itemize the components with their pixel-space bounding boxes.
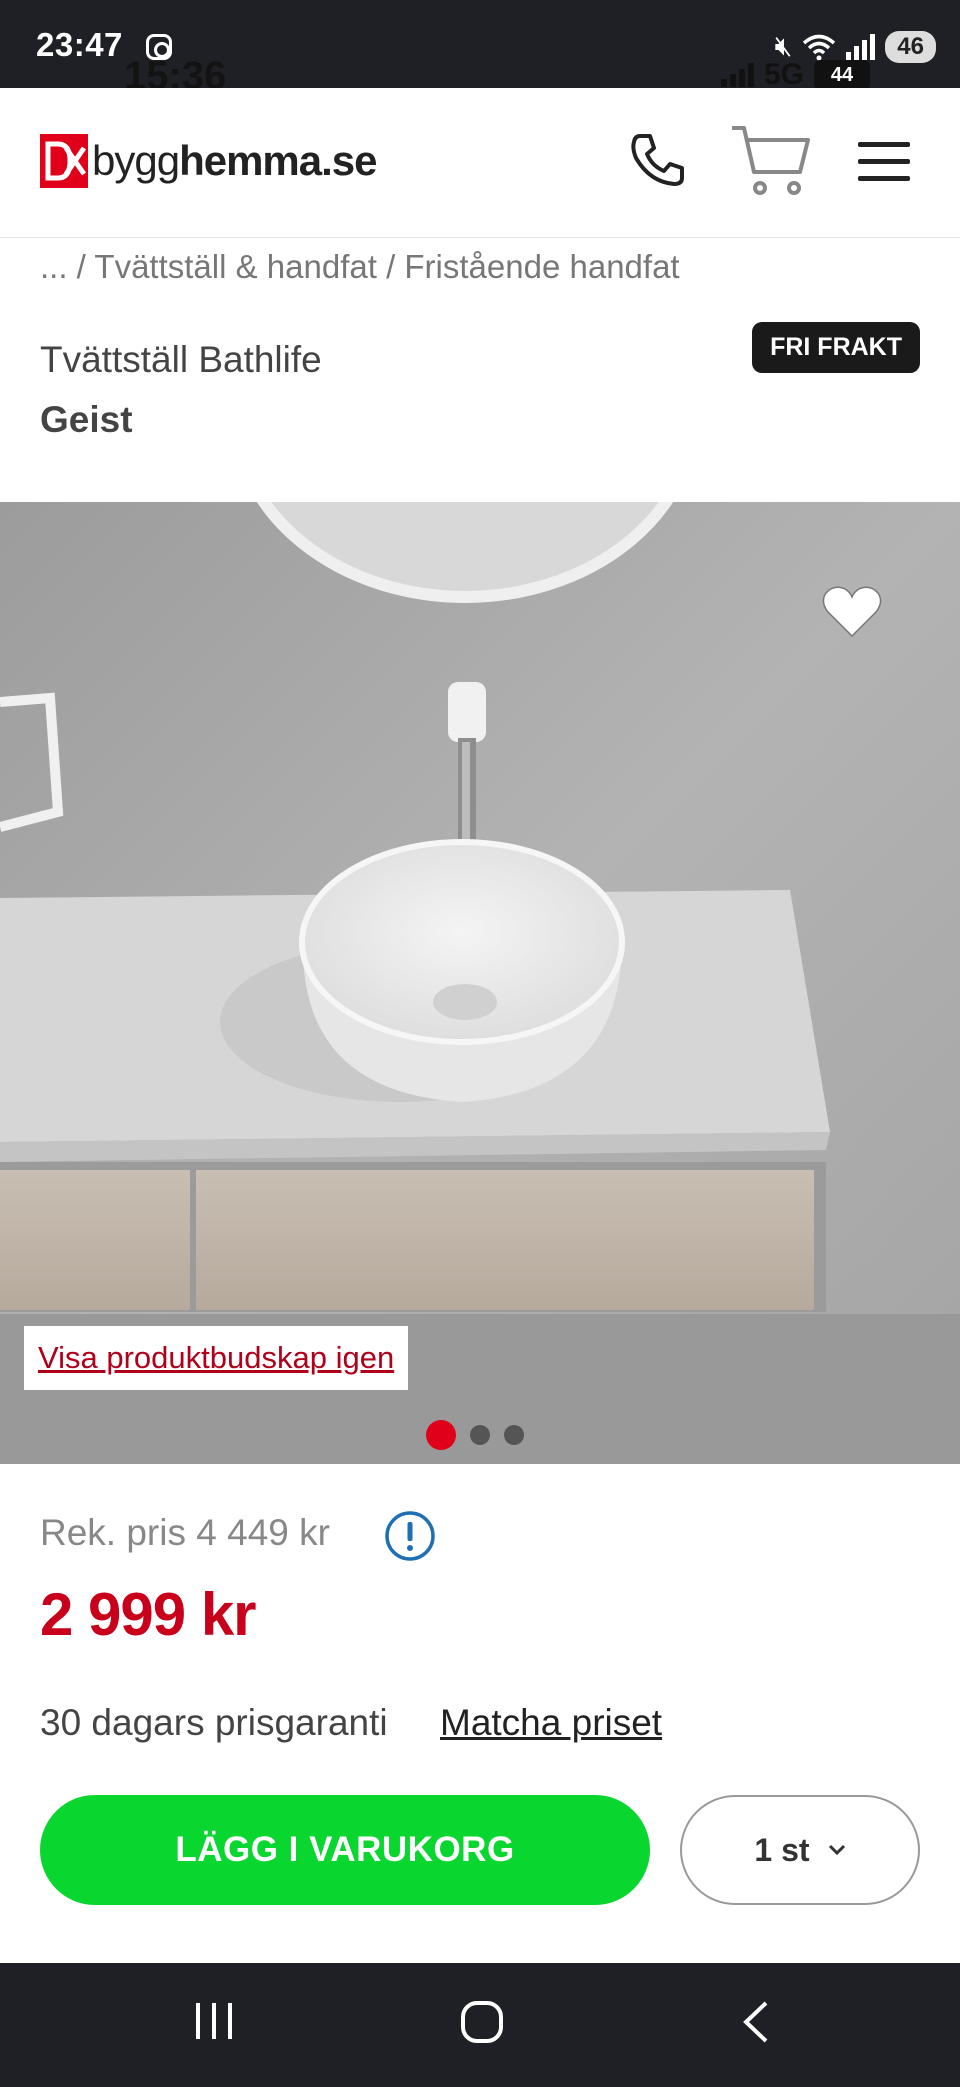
status-time: 23:47	[36, 26, 123, 63]
overlay-signal-icon	[720, 63, 754, 87]
quantity-value: 1 st	[754, 1831, 810, 1868]
product-title: Tvättställ Bathlife Geist	[40, 330, 322, 450]
cart-icon[interactable]	[728, 122, 812, 202]
product-image	[0, 502, 960, 1464]
network-type: 5G	[763, 58, 804, 91]
product-variant: Geist	[40, 399, 133, 440]
show-product-message-link[interactable]: Visa produktbudskap igen	[24, 1326, 409, 1390]
breadcrumb[interactable]: ... / Tvättställ & handfat / Fristående …	[40, 248, 680, 286]
info-icon[interactable]	[384, 1510, 436, 1562]
gallery-dot-3[interactable]	[504, 1425, 524, 1445]
gallery-dot-2[interactable]	[470, 1425, 490, 1445]
current-price: 2 999 kr	[40, 1581, 257, 1648]
gallery-pagination	[426, 1420, 524, 1450]
phone-icon[interactable]	[626, 128, 690, 192]
battery-indicator: 46	[885, 30, 936, 63]
android-nav-bar	[0, 1963, 960, 2087]
menu-icon[interactable]	[856, 140, 912, 184]
wifi-icon	[803, 34, 836, 60]
product-name: Tvättställ Bathlife	[40, 339, 322, 380]
overlay-network: 5G 44	[720, 58, 870, 92]
logo[interactable]: bygghemma.se	[40, 134, 378, 188]
logo-prefix: bygg	[92, 137, 180, 184]
gallery-dot-1[interactable]	[426, 1420, 456, 1450]
match-price-link[interactable]: Matcha priset	[440, 1702, 662, 1744]
logo-mark-icon	[40, 134, 88, 188]
favorite-heart-icon[interactable]	[820, 584, 884, 640]
logo-suffix: hemma.se	[179, 137, 377, 184]
free-shipping-badge: FRI FRAKT	[752, 322, 920, 373]
add-to-cart-button[interactable]: LÄGG I VARUKORG	[40, 1795, 650, 1905]
site-header: bygghemma.se	[0, 88, 960, 238]
recommended-price: Rek. pris 4 449 kr	[40, 1512, 330, 1553]
overlay-battery: 44	[814, 60, 870, 90]
quantity-select[interactable]: 1 st	[680, 1795, 920, 1905]
back-icon[interactable]	[736, 1999, 780, 2045]
recent-apps-icon[interactable]	[192, 1999, 236, 2045]
price-guarantee: 30 dagars prisgaranti	[40, 1702, 388, 1743]
product-image-gallery[interactable]	[0, 502, 960, 1464]
home-icon[interactable]	[460, 1999, 504, 2045]
chevron-down-icon	[828, 1844, 845, 1856]
signal-icon	[846, 33, 876, 60]
logo-text: bygghemma.se	[92, 137, 378, 185]
